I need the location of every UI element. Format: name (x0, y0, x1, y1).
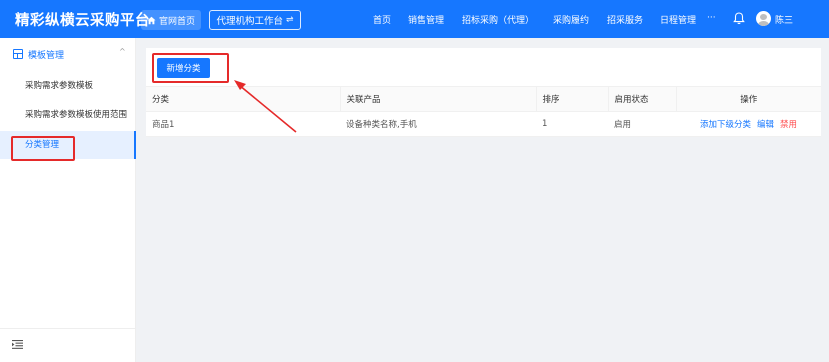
annotation-arrow (234, 80, 297, 133)
